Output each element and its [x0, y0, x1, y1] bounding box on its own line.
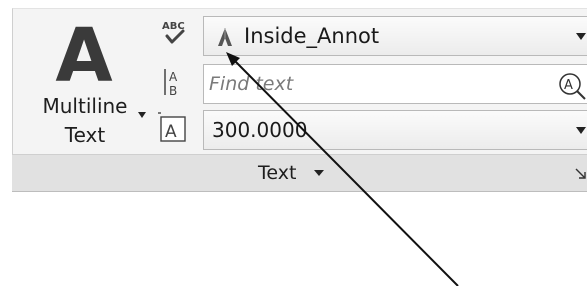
multiline-text-button[interactable]: A Multiline Text: [28, 14, 148, 150]
chevron-down-icon[interactable]: [576, 33, 586, 40]
multiline-text-icon: A: [55, 13, 113, 99]
dialog-launcher-icon[interactable]: [574, 166, 587, 180]
text-style-value: Inside_Annot: [244, 24, 380, 48]
svg-text:A: A: [165, 122, 177, 142]
svg-text:A: A: [564, 78, 573, 93]
svg-text:ABC: ABC: [162, 21, 185, 32]
find-replace-icon[interactable]: A B: [158, 66, 192, 100]
svg-text:A: A: [169, 70, 178, 84]
multiline-text-dropdown-arrow[interactable]: [138, 112, 146, 118]
text-height-icon[interactable]: A: [158, 110, 192, 144]
multiline-text-label-line2: Text: [64, 123, 106, 147]
text-panel-footer[interactable]: [12, 154, 587, 192]
annotative-text-style-icon: [214, 26, 236, 48]
text-style-dropdown[interactable]: Inside_Annot: [203, 16, 587, 56]
ribbon-screenshot: A Multiline Text ABC A B A Inside_Annot …: [0, 0, 587, 286]
find-text-input[interactable]: [209, 69, 549, 99]
svg-text:B: B: [169, 84, 177, 98]
find-go-icon[interactable]: A: [556, 70, 586, 100]
chevron-down-icon[interactable]: [576, 127, 586, 134]
panel-title[interactable]: Text: [258, 161, 296, 185]
find-text-field[interactable]: A: [203, 64, 587, 104]
text-height-dropdown[interactable]: 300.0000: [203, 110, 587, 150]
text-height-value: 300.0000: [212, 118, 308, 142]
panel-expand-arrow-icon[interactable]: [314, 170, 324, 176]
check-spelling-icon[interactable]: ABC: [158, 18, 192, 52]
multiline-text-label-line1: Multiline: [42, 94, 128, 118]
multiline-text-label: Multiline Text: [28, 92, 142, 150]
